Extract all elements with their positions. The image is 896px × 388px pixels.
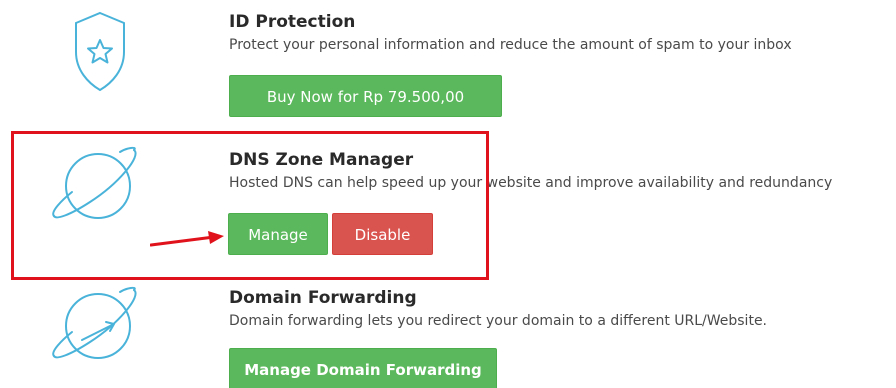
addon-body: ID Protection Protect your personal info… [229, 12, 896, 55]
addon-title: ID Protection [229, 12, 356, 32]
highlight-box [11, 131, 489, 280]
addon-description: Protect your personal information and re… [229, 37, 792, 53]
shield-star-icon [48, 10, 152, 94]
planet-forward-icon [48, 280, 152, 378]
buy-id-protection-button[interactable]: Buy Now for Rp 79.500,00 [229, 75, 502, 117]
manage-domain-forwarding-button[interactable]: Manage Domain Forwarding [229, 348, 497, 388]
addon-body: Domain Forwarding Domain forwarding lets… [229, 288, 896, 331]
addon-title: Domain Forwarding [229, 288, 417, 308]
annotation-arrow-icon [149, 228, 226, 254]
addon-description: Domain forwarding lets you redirect your… [229, 313, 768, 329]
domain-addons-panel: ID Protection Protect your personal info… [0, 0, 896, 388]
